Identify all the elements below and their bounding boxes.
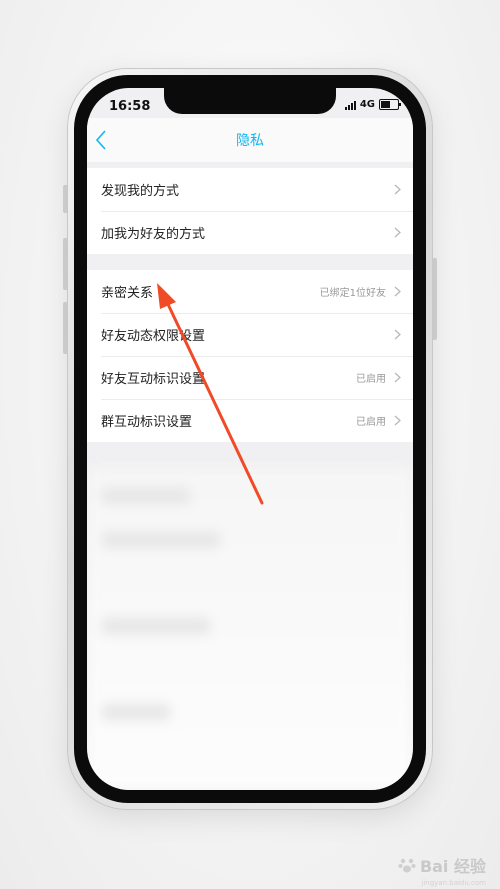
chevron-right-icon (394, 372, 401, 383)
status-time: 16:58 (109, 99, 151, 114)
chevron-right-icon (394, 329, 401, 340)
settings-group-relations: 亲密关系 已绑定1位好友 好友动态权限设置 好友互动标识设置 已启用 群互动标识… (87, 270, 413, 442)
row-label: 加我为好友的方式 (101, 227, 206, 242)
row-value: 已绑定1位好友 (319, 288, 386, 299)
status-icons: 4G (344, 99, 401, 110)
blurred-content (87, 468, 413, 790)
settings-row-friend-interaction-badge[interactable]: 好友互动标识设置 已启用 (87, 356, 413, 399)
row-label: 群互动标识设置 (101, 415, 193, 430)
settings-group-discovery: 发现我的方式 加我为好友的方式 (87, 168, 413, 254)
settings-row-intimate-relation[interactable]: 亲密关系 已绑定1位好友 (87, 270, 413, 313)
row-value: 已启用 (356, 374, 386, 385)
chevron-right-icon (394, 286, 401, 297)
signal-icon (344, 100, 356, 110)
chevron-right-icon (394, 227, 401, 238)
settings-row-moments-permission[interactable]: 好友动态权限设置 (87, 313, 413, 356)
battery-icon (379, 99, 401, 110)
chevron-right-icon (394, 415, 401, 426)
network-type: 4G (359, 99, 375, 110)
row-label: 好友动态权限设置 (101, 329, 206, 344)
watermark-url: jingyan.baidu.com (421, 879, 486, 887)
settings-row-group-interaction-badge[interactable]: 群互动标识设置 已启用 (87, 399, 413, 442)
page-title: 隐私 (236, 133, 264, 149)
nav-bar: 隐私 (87, 118, 413, 162)
row-label: 亲密关系 (101, 286, 154, 301)
chevron-right-icon (394, 184, 401, 195)
row-label: 好友互动标识设置 (101, 372, 206, 387)
watermark-brand: Bai 经验 (419, 857, 486, 876)
notch (164, 88, 336, 114)
watermark: Bai 经验 jingyan.baidu.com (398, 853, 486, 887)
row-value: 已启用 (356, 417, 386, 428)
settings-row-find-me[interactable]: 发现我的方式 (87, 168, 413, 211)
paw-logo-icon (398, 858, 416, 873)
settings-row-add-friend[interactable]: 加我为好友的方式 (87, 211, 413, 254)
phone-screen: 16:58 4G 隐私 发现我的方式 加我为好友的方式 亲密关系 已绑定1位好友… (87, 88, 413, 790)
row-label: 发现我的方式 (101, 184, 180, 199)
